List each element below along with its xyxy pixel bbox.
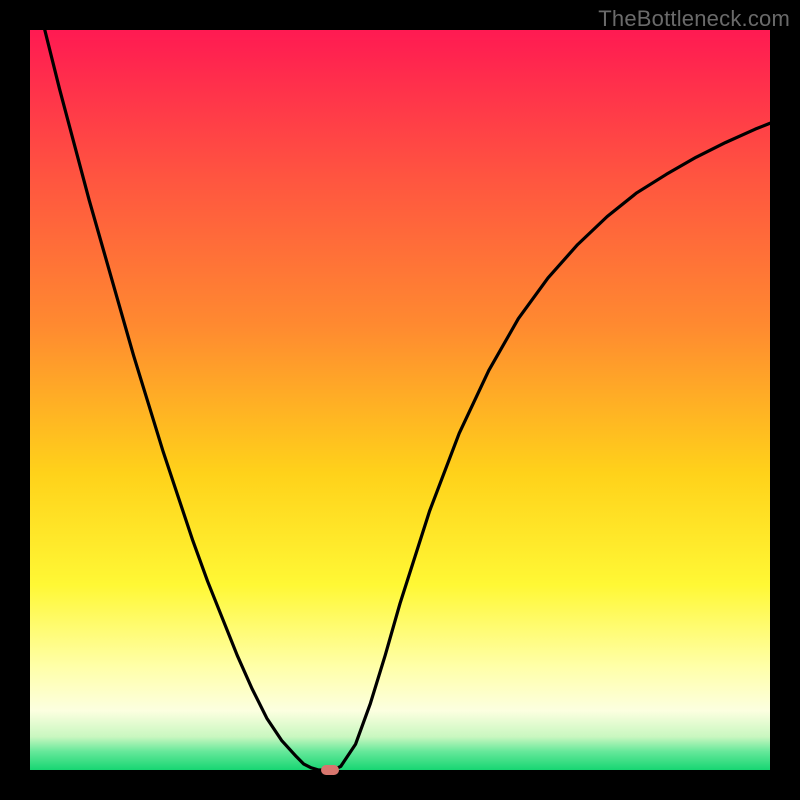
minimum-marker [321, 765, 339, 775]
chart-stage: TheBottleneck.com [0, 0, 800, 800]
bottleneck-curve [45, 30, 770, 770]
curve-layer [30, 30, 770, 770]
plot-area [30, 30, 770, 770]
watermark-text: TheBottleneck.com [598, 6, 790, 32]
